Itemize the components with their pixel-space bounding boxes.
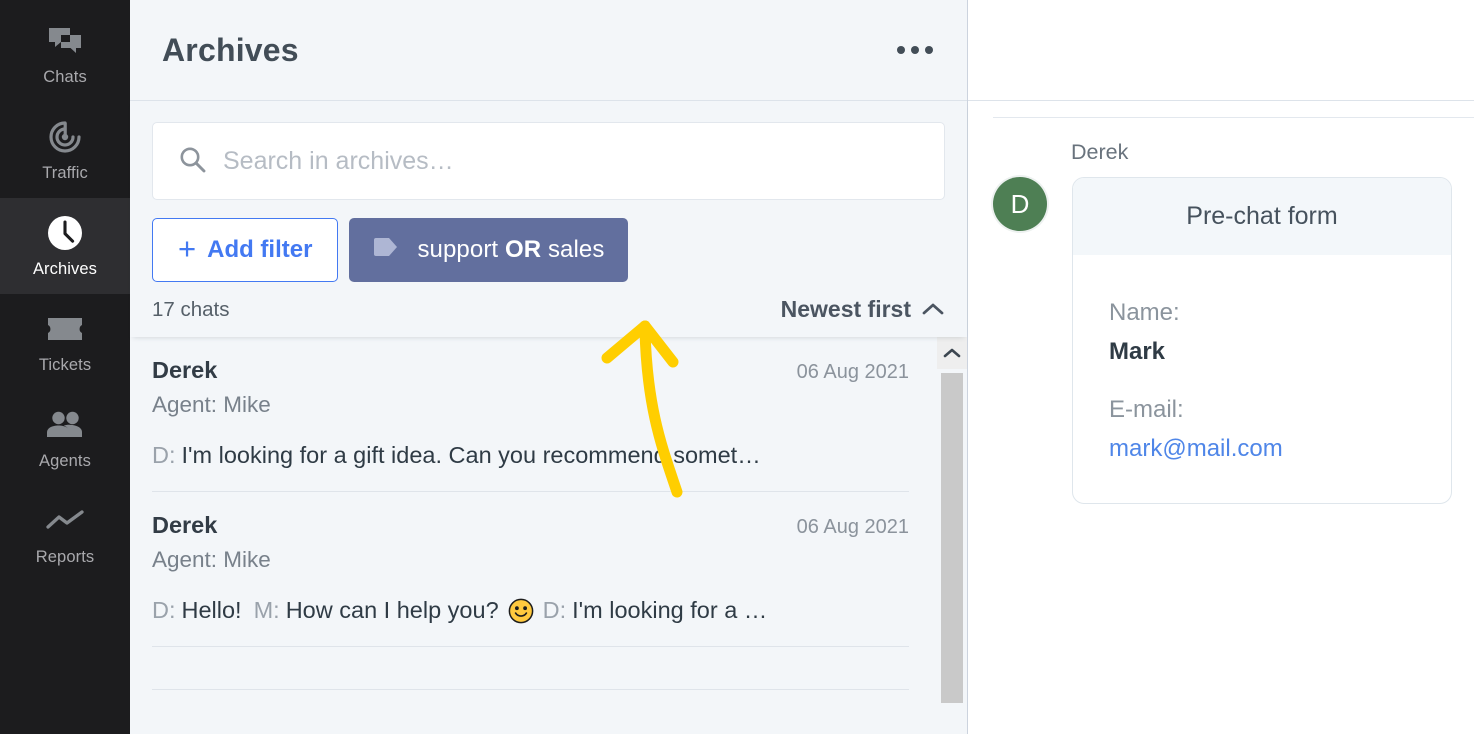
chat-count-label: 17 chats <box>152 297 230 321</box>
chat-item-preview: D: I'm looking for a gift idea. Can you … <box>152 442 909 469</box>
app-root: Chats Traffic Archives Tickets Agents Re… <box>0 0 1474 734</box>
prechat-field-label: Name: <box>1109 299 1180 326</box>
sidebar-item-label: Chats <box>43 68 87 86</box>
chevron-up-icon <box>943 348 961 358</box>
preview-speaker: D: <box>152 597 176 623</box>
chat-item-date: 06 Aug 2021 <box>796 361 909 383</box>
smiley-emoji-icon <box>508 598 534 624</box>
search-box[interactable] <box>152 122 945 200</box>
message-row: D Pre-chat form Name: Mark E-mail: mark@… <box>993 177 1474 504</box>
sidebar-item-label: Reports <box>35 548 95 566</box>
more-options-icon[interactable] <box>891 38 939 62</box>
preview-text: I'm looking for a gift idea. Can you rec… <box>181 442 761 468</box>
chat-list-item[interactable]: Derek 06 Aug 2021 Agent: Mike D: I'm loo… <box>152 337 909 492</box>
chat-item-name: Derek <box>152 357 218 383</box>
preview-speaker: D: <box>152 442 176 468</box>
prechat-form-body: Name: Mark E-mail: mark@mail.com <box>1073 255 1451 503</box>
prechat-field-label: E-mail: <box>1109 396 1184 423</box>
list-meta-row: 17 chats Newest first <box>152 296 945 337</box>
ticket-icon <box>45 309 85 349</box>
dot <box>897 46 905 54</box>
prechat-field-value: Mark <box>1109 338 1166 365</box>
clock-icon <box>45 213 85 253</box>
sidebar-item-traffic[interactable]: Traffic <box>0 102 130 198</box>
conversation-panel: Derek D Pre-chat form Name: Mark E-mail:… <box>968 0 1474 734</box>
plus-icon: + <box>178 231 197 266</box>
avatar: D <box>993 177 1047 231</box>
active-tag-label: support OR sales <box>417 236 605 263</box>
sidebar-item-label: Archives <box>32 260 98 278</box>
chat-item-preview: D: Hello! M: How can I help you? D: I'm … <box>152 597 909 624</box>
search-input[interactable] <box>223 146 920 176</box>
search-icon <box>177 144 207 179</box>
sidebar-item-label: Traffic <box>42 164 88 182</box>
sidebar-item-label: Tickets <box>38 356 92 374</box>
scrollbar-thumb[interactable] <box>941 373 963 703</box>
sidebar-item-reports[interactable]: Reports <box>0 486 130 582</box>
chat-list[interactable]: Derek 06 Aug 2021 Agent: Mike D: I'm loo… <box>130 337 967 734</box>
conversation-header <box>968 0 1474 101</box>
people-icon <box>45 405 85 445</box>
chat-item-top: Derek 06 Aug 2021 <box>152 512 909 539</box>
message-author: Derek <box>1071 140 1129 164</box>
chat-item-agent: Agent: Mike <box>152 392 271 417</box>
preview-text: I'm looking for a … <box>572 597 768 623</box>
active-tag-filter[interactable]: support OR sales <box>349 218 629 282</box>
chat-item-top: Derek 06 Aug 2021 <box>152 357 909 384</box>
prechat-email-link[interactable]: mark@mail.com <box>1109 435 1283 463</box>
prechat-form-title: Pre-chat form <box>1073 178 1451 255</box>
chat-item-name: Derek <box>152 512 218 538</box>
page-title: Archives <box>162 31 299 68</box>
message-block: Derek D Pre-chat form Name: Mark E-mail:… <box>993 140 1474 504</box>
sidebar-item-chats[interactable]: Chats <box>0 6 130 102</box>
sort-control[interactable]: Newest first <box>781 296 945 323</box>
sort-label: Newest first <box>780 296 911 322</box>
add-filter-button[interactable]: + Add filter <box>152 218 339 282</box>
main-sidebar: Chats Traffic Archives Tickets Agents Re… <box>0 0 130 734</box>
sidebar-item-label: Agents <box>39 452 91 470</box>
chat-item-date: 06 Aug 2021 <box>796 516 909 538</box>
filter-row: + Add filter support OR sales <box>152 218 945 282</box>
chevron-up-icon <box>921 296 945 323</box>
chart-line-icon <box>45 501 85 541</box>
dot <box>925 46 933 54</box>
sidebar-item-tickets[interactable]: Tickets <box>0 294 130 390</box>
archives-header: Archives <box>130 0 967 101</box>
conversation-divider <box>993 117 1474 118</box>
archives-panel: Archives + Add filter <box>130 0 968 734</box>
preview-text: How can I help you? <box>285 597 499 623</box>
sidebar-item-agents[interactable]: Agents <box>0 390 130 486</box>
add-filter-label: Add filter <box>207 236 313 263</box>
prechat-form-card: Pre-chat form Name: Mark E-mail: mark@ma… <box>1072 177 1452 504</box>
dot <box>911 46 919 54</box>
sidebar-item-archives[interactable]: Archives <box>0 198 130 294</box>
chat-list-scrollbar[interactable] <box>937 337 967 734</box>
chat-list-item[interactable]: Derek 06 Aug 2021 Agent: Mike D: Hello! … <box>152 492 909 647</box>
scroll-up-button[interactable] <box>937 337 967 369</box>
preview-text: Hello! <box>181 597 242 623</box>
chat-list-item[interactable] <box>152 647 909 690</box>
preview-speaker: D: <box>542 597 567 623</box>
chats-icon <box>45 21 85 61</box>
chat-item-agent: Agent: Mike <box>152 547 271 572</box>
tag-icon <box>373 236 399 264</box>
preview-speaker: M: <box>253 597 280 623</box>
traffic-icon <box>45 117 85 157</box>
filter-zone: + Add filter support OR sales 17 chats N… <box>130 101 967 337</box>
